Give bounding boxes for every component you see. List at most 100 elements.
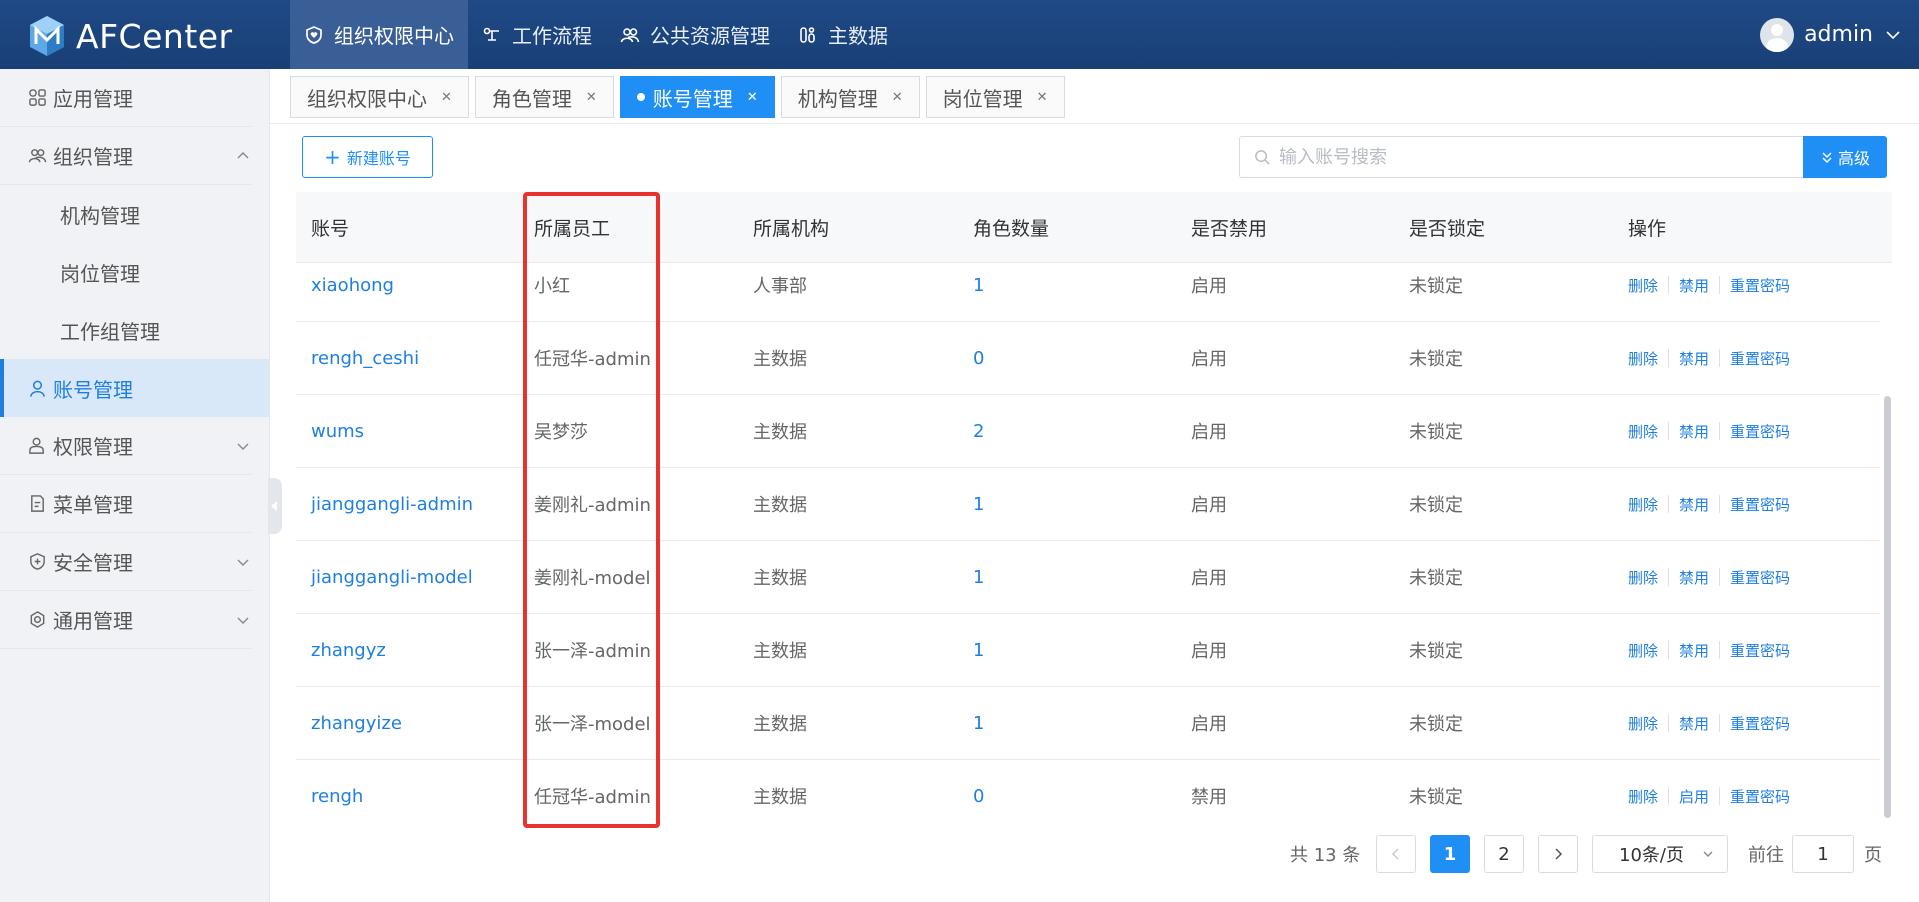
- delete-button[interactable]: 删除: [1628, 275, 1658, 296]
- sidebar-item-menu-management[interactable]: 菜单管理: [0, 475, 251, 533]
- topnav-master-data[interactable]: 主数据: [784, 0, 902, 69]
- close-icon[interactable]: ✕: [747, 90, 758, 105]
- tab-account-management[interactable]: 账号管理 ✕: [619, 76, 775, 118]
- sidebar-item-label: 权限管理: [53, 435, 133, 459]
- new-account-button[interactable]: + 新建账号: [302, 136, 433, 178]
- toggle-disable-button[interactable]: 禁用: [1679, 275, 1709, 296]
- new-account-label: 新建账号: [346, 149, 411, 168]
- page-size-select[interactable]: 10条/页: [1592, 835, 1728, 873]
- tab-label: 账号管理: [652, 86, 733, 111]
- close-icon[interactable]: ✕: [1037, 90, 1048, 105]
- sidebar-item-org-management[interactable]: 组织管理: [0, 127, 251, 185]
- delete-button[interactable]: 删除: [1628, 421, 1658, 442]
- column-header-org: 所属机构: [753, 217, 830, 240]
- disabled-status: 启用: [1191, 276, 1227, 297]
- topnav-public-resources[interactable]: 公共资源管理: [606, 0, 784, 69]
- tab-institution-management[interactable]: 机构管理 ✕: [780, 76, 920, 118]
- role-count-link[interactable]: 1: [973, 640, 984, 661]
- column-header-locked: 是否锁定: [1409, 217, 1486, 240]
- employee-cell: 任冠华-admin: [534, 349, 651, 370]
- sidebar-collapse-handle[interactable]: [268, 478, 282, 534]
- prev-page-button[interactable]: [1376, 835, 1416, 873]
- delete-button[interactable]: 删除: [1628, 713, 1658, 734]
- toggle-disable-button[interactable]: 禁用: [1679, 494, 1709, 515]
- locked-status: 未锁定: [1409, 787, 1463, 808]
- account-link[interactable]: zhangyz: [311, 640, 386, 661]
- role-count-link[interactable]: 1: [973, 713, 984, 734]
- tab-org-permission[interactable]: 组织权限中心 ✕: [290, 76, 469, 118]
- sidebar-item-app-management[interactable]: 应用管理: [0, 69, 251, 127]
- close-icon[interactable]: ✕: [586, 90, 597, 105]
- account-link[interactable]: jianggangli-model: [311, 567, 473, 588]
- advanced-label: 高级: [1837, 149, 1870, 168]
- topnav-label: 公共资源管理: [650, 24, 770, 48]
- role-count-link[interactable]: 0: [973, 348, 984, 369]
- column-header-role-count: 角色数量: [973, 217, 1050, 240]
- delete-button[interactable]: 删除: [1628, 640, 1658, 661]
- role-count-link[interactable]: 2: [973, 421, 984, 442]
- tab-role-management[interactable]: 角色管理 ✕: [474, 76, 614, 118]
- advanced-search-button[interactable]: 高级: [1803, 136, 1887, 178]
- sidebar-item-general-management[interactable]: 通用管理: [0, 591, 251, 649]
- sidebar-item-permission-management[interactable]: 权限管理: [0, 417, 251, 475]
- account-link[interactable]: rengh_ceshi: [311, 348, 419, 369]
- account-link[interactable]: jianggangli-admin: [311, 494, 473, 515]
- app-logo[interactable]: AFCenter: [28, 14, 233, 58]
- chevron-up-icon: [237, 152, 249, 159]
- reset-password-button[interactable]: 重置密码: [1730, 348, 1790, 369]
- role-count-link[interactable]: 1: [973, 567, 984, 588]
- toggle-disable-button[interactable]: 禁用: [1679, 713, 1709, 734]
- employee-cell: 任冠华-admin: [534, 787, 651, 808]
- account-link[interactable]: xiaohong: [311, 275, 394, 296]
- org-cell: 主数据: [753, 568, 807, 589]
- toggle-disable-button[interactable]: 禁用: [1679, 348, 1709, 369]
- tab-post-management[interactable]: 岗位管理 ✕: [925, 76, 1065, 118]
- reset-password-button[interactable]: 重置密码: [1730, 421, 1790, 442]
- close-icon[interactable]: ✕: [892, 90, 903, 105]
- table-scrollbar[interactable]: [1884, 396, 1891, 818]
- toggle-disable-button[interactable]: 启用: [1679, 786, 1709, 807]
- sidebar-item-workgroup-management[interactable]: 工作组管理: [0, 301, 269, 359]
- employee-cell: 吴梦莎: [534, 422, 588, 443]
- chevron-down-icon: [1886, 30, 1900, 39]
- user-menu[interactable]: admin: [1760, 0, 1901, 69]
- sidebar-item-label: 组织管理: [53, 145, 133, 169]
- account-link[interactable]: rengh: [311, 786, 363, 807]
- toggle-disable-button[interactable]: 禁用: [1679, 421, 1709, 442]
- search-input[interactable]: [1279, 146, 1779, 168]
- goto-page-input[interactable]: 1: [1792, 835, 1854, 873]
- close-icon[interactable]: ✕: [441, 90, 452, 105]
- sidebar-item-account-management[interactable]: 账号管理: [0, 359, 269, 417]
- role-count-link[interactable]: 1: [973, 275, 984, 296]
- reset-password-button[interactable]: 重置密码: [1730, 275, 1790, 296]
- tab-label: 岗位管理: [942, 86, 1023, 111]
- delete-button[interactable]: 删除: [1628, 567, 1658, 588]
- page-button-2[interactable]: 2: [1484, 835, 1524, 873]
- sidebar-item-security-management[interactable]: 安全管理: [0, 533, 251, 591]
- goto-prefix: 前往: [1748, 845, 1784, 866]
- sidebar-item-label: 岗位管理: [60, 261, 140, 286]
- delete-button[interactable]: 删除: [1628, 348, 1658, 369]
- reset-password-button[interactable]: 重置密码: [1730, 713, 1790, 734]
- toggle-disable-button[interactable]: 禁用: [1679, 567, 1709, 588]
- role-count-link[interactable]: 0: [973, 786, 984, 807]
- topnav-workflow[interactable]: 工作流程: [468, 0, 606, 69]
- sidebar-item-post-management[interactable]: 岗位管理: [0, 243, 269, 301]
- employee-cell: 张一泽-admin: [534, 641, 651, 662]
- chevron-down-icon: [237, 559, 249, 566]
- reset-password-button[interactable]: 重置密码: [1730, 786, 1790, 807]
- sidebar-item-institution-management[interactable]: 机构管理: [0, 185, 269, 243]
- divider: [1668, 276, 1670, 294]
- reset-password-button[interactable]: 重置密码: [1730, 567, 1790, 588]
- reset-password-button[interactable]: 重置密码: [1730, 640, 1790, 661]
- role-count-link[interactable]: 1: [973, 494, 984, 515]
- reset-password-button[interactable]: 重置密码: [1730, 494, 1790, 515]
- account-link[interactable]: wums: [311, 421, 364, 442]
- delete-button[interactable]: 删除: [1628, 786, 1658, 807]
- next-page-button[interactable]: [1538, 835, 1578, 873]
- account-link[interactable]: zhangyize: [311, 713, 402, 734]
- delete-button[interactable]: 删除: [1628, 494, 1658, 515]
- toggle-disable-button[interactable]: 禁用: [1679, 640, 1709, 661]
- page-button-1[interactable]: 1: [1430, 835, 1470, 873]
- topnav-org-permission[interactable]: 组织权限中心: [290, 0, 468, 69]
